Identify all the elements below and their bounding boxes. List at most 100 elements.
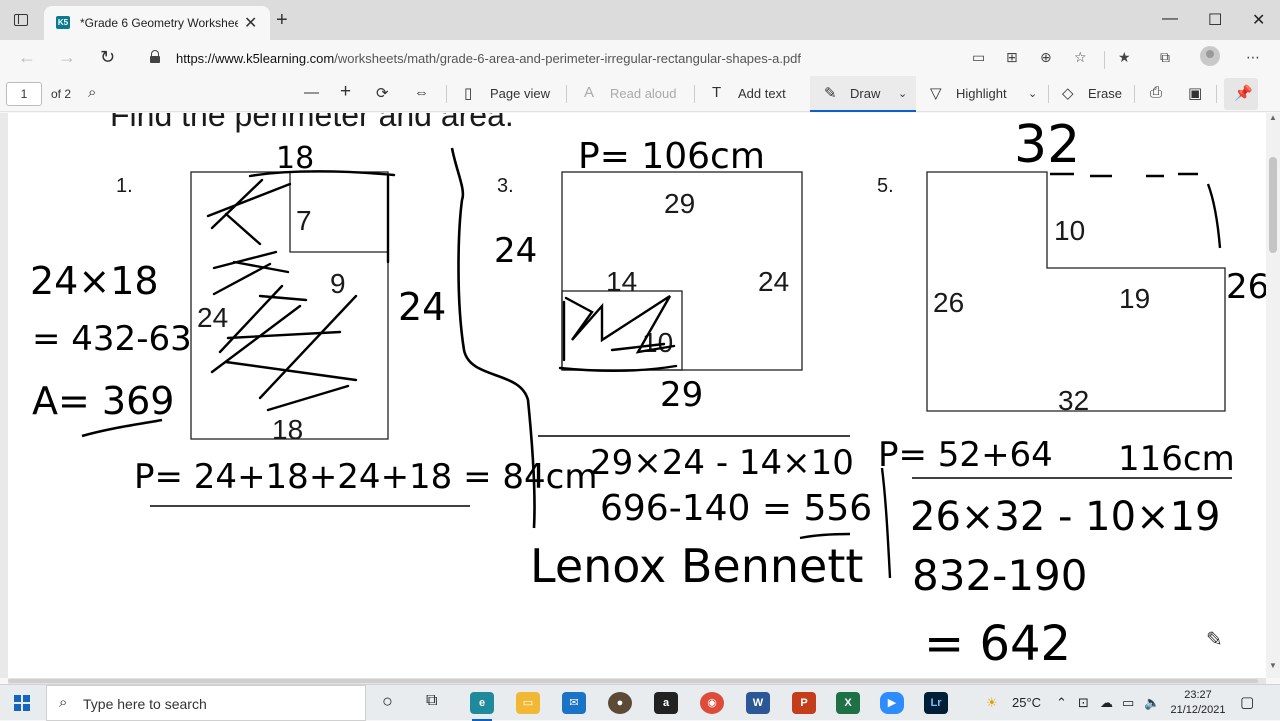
task-view-icon[interactable]: ⧉	[426, 692, 437, 710]
highlight-chevron-down-icon[interactable]: ⌄	[1028, 87, 1037, 100]
vertical-scrollbar[interactable]: ▲ ▼	[1266, 113, 1280, 678]
app-icon[interactable]: ●	[608, 692, 632, 714]
pdf-page[interactable]: Find the perimeter and area. 1. 7 9 24 1…	[8, 113, 1266, 678]
minimize-icon[interactable]: —	[1162, 10, 1178, 28]
erase-label: Erase	[1088, 86, 1122, 101]
fit-page-icon[interactable]: ⇔	[414, 84, 429, 101]
new-tab-icon[interactable]: +	[276, 9, 288, 32]
weather-icon[interactable]: ☀	[986, 695, 998, 711]
chevron-up-icon[interactable]: ⌃	[1056, 695, 1067, 711]
page-number-input[interactable]: 1	[6, 82, 42, 106]
ink-text: = 642	[924, 616, 1071, 672]
ink-text: 24	[494, 231, 537, 271]
pen-cursor-icon: ✎	[1206, 629, 1223, 651]
word-app-icon[interactable]: W	[746, 692, 770, 714]
tab-strip: K5 *Grade 6 Geometry Worksheet - ✕ + — ☐…	[0, 0, 1280, 40]
forward-icon[interactable]: →	[58, 47, 76, 68]
ink-text: 832-190	[912, 551, 1088, 600]
ink-text: 32	[1014, 115, 1080, 175]
ink-text: 116cm	[1118, 439, 1235, 479]
zoom-icon[interactable]: ⊕	[1040, 49, 1052, 66]
close-window-icon[interactable]: ✕	[1252, 10, 1265, 30]
file-explorer-icon[interactable]: ▭	[516, 692, 540, 714]
network-icon[interactable]: ⊡	[1078, 695, 1089, 711]
search-icon[interactable]: ⌕	[88, 84, 96, 101]
problem-number: 3.	[497, 175, 514, 197]
scroll-up-icon[interactable]: ▲	[1269, 113, 1277, 122]
lightroom-app-icon[interactable]: Lr	[924, 692, 948, 714]
print-icon[interactable]: ⎙	[1150, 84, 1162, 101]
amazon-app-icon[interactable]: a	[654, 692, 678, 714]
ink-text: 26×32 - 10×19	[910, 494, 1221, 540]
edge-app-icon[interactable]: e	[470, 692, 494, 721]
shape-5	[926, 171, 1226, 412]
tab-title: *Grade 6 Geometry Worksheet -	[80, 16, 238, 30]
profile-avatar[interactable]	[1200, 46, 1220, 66]
lock-icon[interactable]	[150, 50, 160, 63]
shape-label: 14	[606, 266, 637, 297]
battery-icon[interactable]: ▭	[1122, 695, 1134, 711]
shape-label: 19	[1119, 283, 1150, 314]
shape-label: 32	[1058, 385, 1089, 416]
worksheet-canvas: Find the perimeter and area. 1. 7 9 24 1…	[30, 113, 1266, 672]
ink-text: 26	[1226, 267, 1266, 307]
pin-toolbar-button[interactable]: 📌	[1224, 78, 1258, 110]
ink-text: Lenox Bennett	[530, 539, 863, 593]
ink-text: P= 24+18+24+18 = 84cm	[134, 457, 598, 497]
page-view-label: Page view	[490, 86, 550, 101]
more-menu-icon[interactable]: ⋯	[1246, 49, 1260, 66]
date: 21/12/2021	[1170, 704, 1226, 716]
shape-label: 9	[330, 268, 346, 299]
read-aloud-icon: A	[584, 84, 595, 101]
save-icon[interactable]: ▣	[1188, 84, 1202, 102]
ink-text: 29×24 - 14×10	[590, 443, 854, 483]
draw-button[interactable]: ✎ Draw ⌄	[810, 76, 916, 112]
search-icon: ⌕	[59, 694, 68, 711]
onedrive-icon[interactable]: ☁	[1100, 695, 1113, 711]
mail-app-icon[interactable]: ✉	[562, 692, 586, 714]
shape-label: 26	[933, 287, 964, 318]
collections-icon[interactable]: ⧉	[1160, 49, 1170, 66]
read-aloud-label: Read aloud	[610, 86, 677, 101]
tab-worksheet[interactable]: K5 *Grade 6 Geometry Worksheet - ✕	[44, 6, 270, 40]
rotate-icon[interactable]: ⟳	[376, 84, 389, 102]
eraser-icon: ◇	[1062, 85, 1074, 102]
zoom-out-icon[interactable]: —	[304, 84, 319, 101]
cortana-icon[interactable]: ○	[382, 691, 393, 712]
apps-icon[interactable]: ⊞	[1006, 49, 1018, 66]
excel-app-icon[interactable]: X	[836, 692, 860, 714]
tab-actions-icon[interactable]	[14, 14, 28, 26]
read-view-icon[interactable]: ▭	[972, 49, 985, 66]
chrome-app-icon[interactable]: ◉	[700, 692, 724, 714]
url-field[interactable]: https://www.k5learning.com/worksheets/ma…	[138, 44, 998, 72]
taskbar-search-input[interactable]: ⌕ Type here to search	[46, 685, 366, 721]
draw-chevron-down-icon[interactable]: ⌄	[898, 87, 907, 100]
back-icon[interactable]: ←	[18, 47, 36, 68]
temperature[interactable]: 25°C	[1012, 695, 1041, 710]
scroll-down-icon[interactable]: ▼	[1269, 661, 1277, 670]
ink-text: = 432-63	[32, 319, 192, 359]
shape-label: 10	[642, 327, 673, 358]
volume-icon[interactable]: 🔈	[1144, 695, 1160, 711]
refresh-icon[interactable]: ↻	[100, 47, 115, 68]
maximize-icon[interactable]: ☐	[1208, 10, 1222, 30]
draw-label: Draw	[850, 86, 881, 101]
windows-start-icon[interactable]	[14, 695, 30, 711]
favorites-icon[interactable]: ★	[1118, 49, 1131, 66]
add-text-label: Add text	[738, 86, 786, 101]
url-text: https://www.k5learning.com/worksheets/ma…	[176, 51, 802, 66]
shape-label: 10	[1054, 215, 1085, 246]
clock[interactable]: 23:27 21/12/2021	[1168, 688, 1228, 718]
draw-icon: ✎	[824, 85, 837, 102]
powerpoint-app-icon[interactable]: P	[792, 692, 816, 714]
zoom-in-icon[interactable]: +	[340, 81, 351, 103]
instruction-text: Find the perimeter and area.	[110, 113, 514, 133]
scroll-thumb[interactable]	[1269, 157, 1277, 253]
search-placeholder: Type here to search	[83, 696, 207, 712]
add-favorite-icon[interactable]: ☆	[1074, 49, 1087, 66]
notifications-icon[interactable]: ▢	[1240, 693, 1254, 711]
shape-label: 18	[272, 414, 303, 445]
zoom-app-icon[interactable]: ▶	[880, 692, 904, 714]
page-view-icon: ▯	[464, 85, 473, 102]
close-tab-icon[interactable]: ✕	[244, 13, 257, 33]
